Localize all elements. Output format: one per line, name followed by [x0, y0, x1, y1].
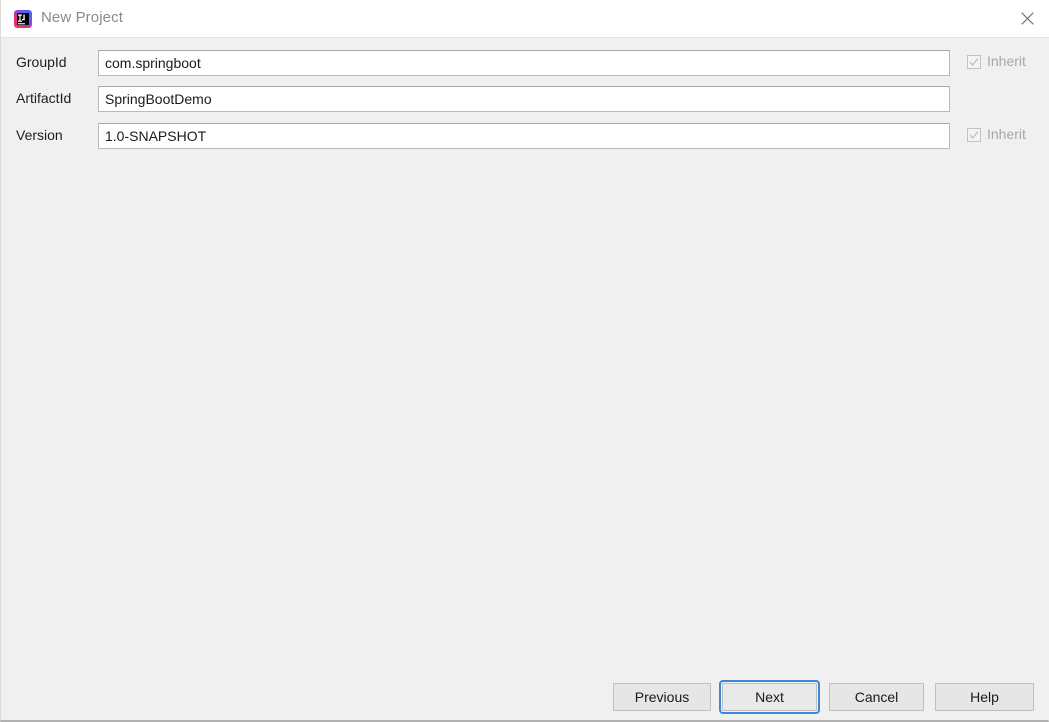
- help-button[interactable]: Help: [935, 683, 1034, 711]
- close-icon[interactable]: [1004, 0, 1049, 37]
- form-row-artifactid: ArtifactId: [1, 86, 1049, 112]
- dialog-button-bar: Previous Next Cancel Help: [1, 678, 1049, 720]
- groupid-inherit-checkbox[interactable]: Inherit: [967, 53, 1026, 70]
- form-row-groupid: GroupId Inherit: [1, 50, 1049, 76]
- checkbox-checked-icon: [967, 54, 981, 69]
- next-button[interactable]: Next: [719, 680, 820, 714]
- cancel-button[interactable]: Cancel: [829, 683, 924, 711]
- artifactid-label: ArtifactId: [16, 90, 72, 106]
- groupid-inherit-label: Inherit: [987, 53, 1026, 69]
- new-project-dialog: New Project GroupId Inherit: [0, 0, 1049, 722]
- checkbox-checked-icon: [967, 127, 981, 142]
- version-label: Version: [16, 127, 63, 143]
- version-input[interactable]: [98, 123, 950, 149]
- artifactid-input[interactable]: [98, 86, 950, 112]
- groupid-label: GroupId: [16, 54, 67, 70]
- groupid-input[interactable]: [98, 50, 950, 76]
- form-row-version: Version Inherit: [1, 123, 1049, 149]
- previous-button[interactable]: Previous: [613, 683, 711, 711]
- intellij-idea-icon: [14, 10, 32, 28]
- version-inherit-checkbox[interactable]: Inherit: [967, 126, 1026, 143]
- titlebar: New Project: [1, 0, 1049, 38]
- window-title: New Project: [41, 9, 123, 26]
- version-inherit-label: Inherit: [987, 126, 1026, 142]
- project-coordinates-form: GroupId Inherit ArtifactId Version: [1, 38, 1049, 678]
